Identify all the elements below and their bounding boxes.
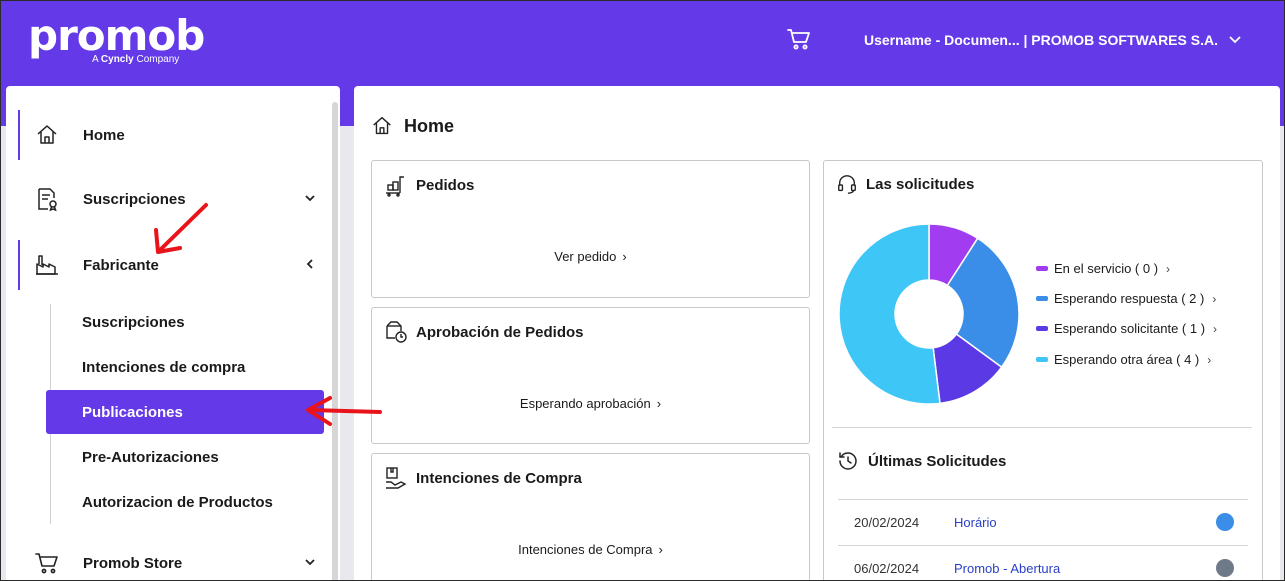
legend-en-servicio[interactable]: En el servicio ( 0 ) › <box>1036 261 1170 276</box>
cart-icon[interactable] <box>786 26 812 52</box>
sidebar-item-fabricante[interactable]: Fabricante <box>18 240 318 290</box>
table-row[interactable]: 20/02/2024 Horário <box>838 499 1248 545</box>
hand-box-icon <box>386 467 407 489</box>
solicitudes-donut-chart <box>838 223 1020 405</box>
status-dot <box>1216 513 1234 531</box>
chevron-down-icon <box>1229 36 1241 44</box>
card-title: Aprobación de Pedidos <box>384 320 584 344</box>
page-title: Home <box>370 114 454 138</box>
submenu-item-autorizacion-productos[interactable]: Autorizacion de Productos <box>46 480 324 524</box>
ver-pedido-link[interactable]: Ver pedido › <box>372 249 809 264</box>
legend-swatch <box>1036 357 1048 362</box>
page-title-text: Home <box>404 115 455 136</box>
request-date: 06/02/2024 <box>854 561 920 576</box>
box-clock-icon <box>386 321 407 343</box>
table-row[interactable]: 06/02/2024 Promob - Abertura <box>838 545 1248 581</box>
sidebar: Home Suscripciones Fabricante Suscripcio… <box>6 86 340 581</box>
request-date: 20/02/2024 <box>854 515 920 530</box>
submenu-item-publicaciones[interactable]: Publicaciones <box>46 390 324 434</box>
chevron-right-icon: › <box>1166 261 1171 276</box>
card-title: Intenciones de Compra <box>384 466 582 490</box>
legend-swatch <box>1036 266 1048 271</box>
submenu-item-intenciones[interactable]: Intenciones de compra <box>46 345 324 389</box>
active-indicator <box>18 240 20 290</box>
request-name-link[interactable]: Horário <box>954 515 997 530</box>
card-solicitudes: Las solicitudes En el servicio ( 0 ) › E… <box>823 160 1263 581</box>
intenciones-compra-link[interactable]: Intenciones de Compra › <box>372 542 809 557</box>
chevron-right-icon: › <box>1207 352 1212 367</box>
chevron-right-icon: › <box>656 396 662 411</box>
legend-esperando-respuesta[interactable]: Esperando respuesta ( 2 ) › <box>1036 291 1216 306</box>
user-label: Username - Documen... | PROMOB SOFTWARES… <box>864 32 1218 48</box>
chevron-right-icon: › <box>1212 291 1217 306</box>
chevron-right-icon: › <box>1213 321 1218 336</box>
ultimas-solicitudes-title: Últimas Solicitudes <box>836 449 1006 473</box>
sidebar-item-home[interactable]: Home <box>18 110 318 160</box>
legend-swatch <box>1036 296 1048 301</box>
sidebar-item-label: Fabricante <box>83 256 159 274</box>
card-pedidos: Pedidos Ver pedido › <box>371 160 810 298</box>
headset-icon <box>838 175 856 194</box>
status-dot <box>1216 559 1234 577</box>
sidebar-item-promob-store[interactable]: Promob Store <box>18 538 318 581</box>
promob-logo[interactable]: promob A Cyncly Company <box>28 11 205 66</box>
document-badge-icon <box>38 188 57 212</box>
sidebar-scrollbar[interactable] <box>332 102 338 581</box>
sidebar-item-suscripciones[interactable]: Suscripciones <box>18 174 318 224</box>
main-content: Home Pedidos Ver pedido › Aprobación de P… <box>354 86 1280 581</box>
card-aprobacion-pedidos: Aprobación de Pedidos Esperando aprobaci… <box>371 307 810 444</box>
factory-icon <box>36 255 58 275</box>
esperando-aprobacion-link[interactable]: Esperando aprobación › <box>372 396 809 411</box>
donut-slice-4[interactable] <box>838 223 941 405</box>
chevron-down-icon[interactable] <box>302 554 318 570</box>
request-name-link[interactable]: Promob - Abertura <box>954 561 1060 576</box>
card-title: Las solicitudes <box>836 173 974 195</box>
legend-esperando-solicitante[interactable]: Esperando solicitante ( 1 ) › <box>1036 321 1217 336</box>
user-account-menu[interactable]: Username - Documen... | PROMOB SOFTWARES… <box>864 32 1242 48</box>
legend-esperando-otra-area[interactable]: Esperando otra área ( 4 ) › <box>1036 352 1211 367</box>
chevron-down-icon[interactable] <box>302 190 318 206</box>
card-intenciones-compra: Intenciones de Compra Intenciones de Com… <box>371 453 810 581</box>
logo-tagline: A Cyncly Company <box>92 54 180 65</box>
chevron-left-icon[interactable] <box>302 256 318 272</box>
home-icon <box>37 125 57 144</box>
submenu-item-pre-autorizaciones[interactable]: Pre-Autorizaciones <box>46 435 324 479</box>
card-title: Pedidos <box>384 173 474 197</box>
chevron-right-icon: › <box>658 542 663 557</box>
sidebar-item-label: Home <box>83 126 125 144</box>
logo-wordmark: promob <box>28 11 205 60</box>
cart-boxes-icon <box>386 176 404 197</box>
legend-swatch <box>1036 326 1048 331</box>
home-icon <box>373 117 391 135</box>
history-icon <box>839 452 857 470</box>
sidebar-item-label: Promob Store <box>83 554 183 572</box>
submenu-item-suscripciones[interactable]: Suscripciones <box>46 300 324 344</box>
section-divider <box>832 427 1252 428</box>
sidebar-item-label: Suscripciones <box>83 190 186 208</box>
chevron-right-icon: › <box>622 249 627 264</box>
cart-icon <box>35 553 58 574</box>
active-indicator <box>18 110 20 160</box>
